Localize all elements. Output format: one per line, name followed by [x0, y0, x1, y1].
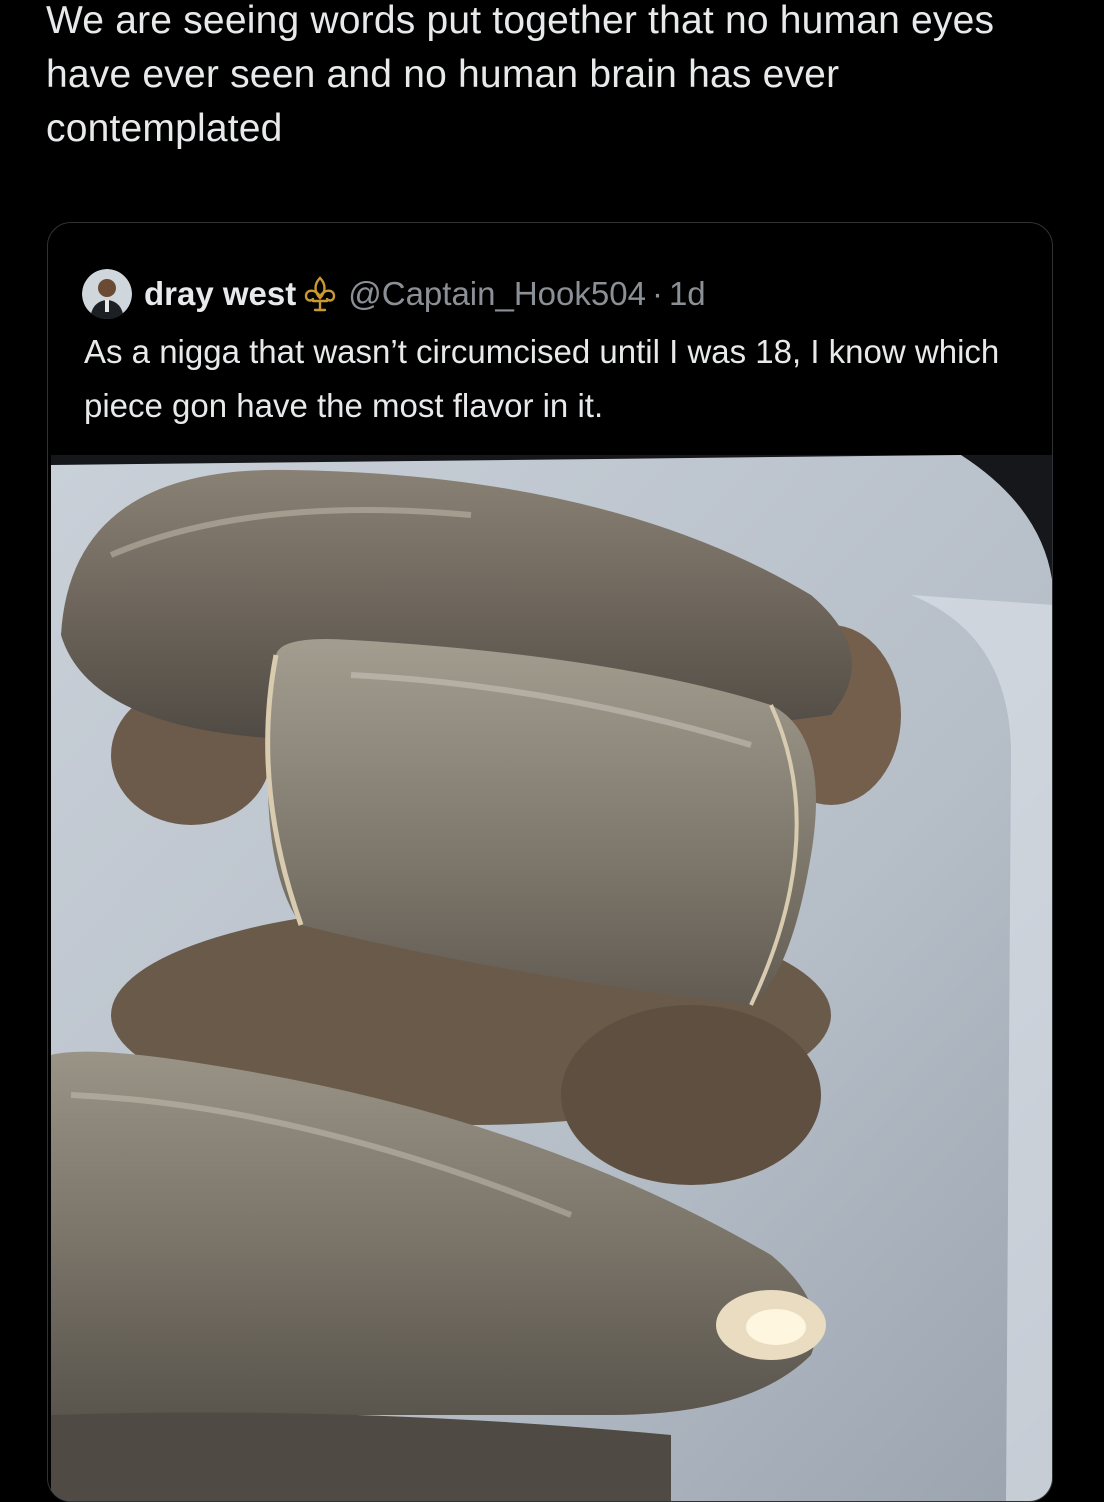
timestamp[interactable]: 1d — [669, 275, 706, 313]
post-text: We are seeing words put together that no… — [46, 0, 995, 150]
quoted-post-text: As a nigga that wasn’t circumcised until… — [84, 333, 1000, 424]
quoted-post-card[interactable]: dray west @Captain_Hook504 · 1d As a nig… — [47, 222, 1053, 1502]
post-photo[interactable] — [51, 455, 1053, 1502]
display-name[interactable]: dray west — [144, 275, 296, 313]
fleur-de-lis-icon — [300, 274, 340, 314]
handle[interactable]: @Captain_Hook504 — [348, 275, 646, 313]
avatar[interactable] — [82, 269, 132, 319]
quoted-post-header: dray west @Captain_Hook504 · 1d — [82, 269, 706, 319]
separator: · — [651, 275, 663, 312]
